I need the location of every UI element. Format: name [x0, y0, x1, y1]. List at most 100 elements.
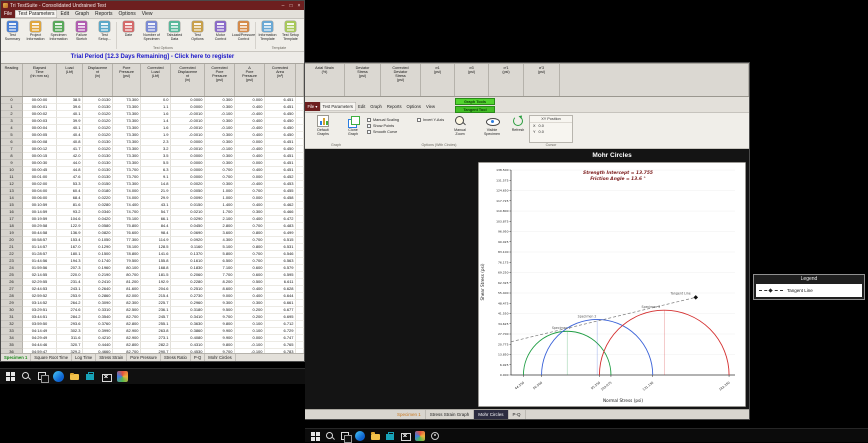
table-row[interactable]: 2201:28:57180.10.150078.800141.60.13705.…: [1, 251, 304, 258]
manual-zoom-button[interactable]: Manual Zoom: [445, 115, 475, 136]
menu-item-reports[interactable]: Reports: [384, 102, 404, 111]
table-row[interactable]: 700:00:1241.70.012073.3003.2-0.0010-0.10…: [1, 146, 304, 153]
tab-specimen-1[interactable]: Specimen 1: [393, 410, 426, 419]
ribbon-button-motor-control[interactable]: Motor Control: [209, 20, 232, 51]
store-icon[interactable]: [385, 431, 395, 441]
tab-mohr-circles[interactable]: Mohr Circles: [205, 354, 236, 361]
table-row[interactable]: 1500:10:5981.60.028074.40043.10.01501.40…: [1, 202, 304, 209]
edge-icon[interactable]: [355, 431, 365, 441]
table-row[interactable]: 300:00:0339.90.012073.3001.4-0.00100.300…: [1, 118, 304, 125]
table-row[interactable]: 1200:02:0053.30.015073.30014.80.00200.30…: [1, 181, 304, 188]
mail-icon[interactable]: [400, 431, 410, 441]
table-row[interactable]: 600:00:0840.80.013073.3002.30.00000.3000…: [1, 139, 304, 146]
maximize-button[interactable]: □: [288, 2, 294, 10]
table-row[interactable]: 2702:44:53243.10.264081.600204.60.25108.…: [1, 286, 304, 293]
menu-item-edit[interactable]: Edit: [57, 10, 72, 18]
start-icon[interactable]: [5, 371, 16, 382]
search-icon[interactable]: [21, 371, 32, 382]
tab-p-q[interactable]: P-Q: [191, 354, 205, 361]
checkbox-smooth-curve[interactable]: Smooth Curve: [367, 129, 399, 135]
table-row[interactable]: 1100:01:0047.60.013073.7009.10.00000.700…: [1, 174, 304, 181]
file-explorer-icon[interactable]: [370, 431, 380, 441]
table-row[interactable]: 3504:44:46320.70.444082.800282.20.43109.…: [1, 342, 304, 349]
ribbon-button-load-pressure-control[interactable]: Load/Pressure Control: [232, 20, 255, 51]
table-row[interactable]: 000:00:0038.50.013073.3000.00.00000.3000…: [1, 97, 304, 104]
menu-item-view[interactable]: View: [139, 10, 156, 18]
clone-graph-button[interactable]: Clone Graph: [338, 115, 368, 136]
menu-item-graph[interactable]: Graph: [368, 102, 385, 111]
search-icon[interactable]: [325, 431, 335, 441]
close-button[interactable]: ×: [296, 2, 302, 10]
tab-stress-strain-graph[interactable]: Stress Strain Graph: [426, 410, 475, 419]
menu-item-options[interactable]: Options: [404, 102, 423, 111]
table-row[interactable]: 500:00:0540.40.012073.3001.9-0.00100.300…: [1, 132, 304, 139]
table-row[interactable]: 2502:14:55220.00.219080.700181.50.20607.…: [1, 272, 304, 279]
tab-log-time[interactable]: Log Time: [72, 354, 96, 361]
graph-tools-button[interactable]: Graph Tools: [455, 98, 495, 105]
photos-icon[interactable]: [117, 371, 128, 382]
table-row[interactable]: 2802:59:52253.90.286082.000215.40.27309.…: [1, 293, 304, 300]
table-row[interactable]: 2101:14:57167.00.129078.100128.50.11605.…: [1, 244, 304, 251]
table-row[interactable]: 2903:14:52264.20.309082.300225.70.29609.…: [1, 300, 304, 307]
edge-icon[interactable]: [53, 371, 64, 382]
table-row[interactable]: 2000:58:57153.40.105077.300114.90.09204.…: [1, 237, 304, 244]
table-row[interactable]: 3404:29:49311.60.421082.900273.10.40809.…: [1, 335, 304, 342]
menu-item-edit[interactable]: Edit: [356, 102, 368, 111]
table-row[interactable]: 2602:29:55231.40.241081.200192.90.22808.…: [1, 279, 304, 286]
table-row[interactable]: 1600:14:5993.20.034074.70054.70.02101.70…: [1, 209, 304, 216]
table-row[interactable]: 3103:44:51284.20.354082.700245.70.34109.…: [1, 314, 304, 321]
table-row[interactable]: 900:00:3044.00.013073.3005.50.00000.3000…: [1, 160, 304, 167]
store-icon[interactable]: [85, 371, 96, 382]
menu-item-test-parameters[interactable]: Test Parameters: [320, 102, 356, 111]
table-row[interactable]: 400:00:0440.10.012073.3001.6-0.0010-0.10…: [1, 125, 304, 132]
tab-mohr-circles[interactable]: Mohr Circles: [474, 410, 508, 419]
ribbon-button-test-summary[interactable]: Test Summary: [1, 20, 24, 51]
legend-window[interactable]: Legend Tangent Line: [753, 274, 865, 300]
table-row[interactable]: 1300:04:0060.40.018074.00021.90.00501.00…: [1, 188, 304, 195]
start-icon[interactable]: [310, 431, 320, 441]
ribbon-button-test-setup[interactable]: Test Setup...: [93, 20, 116, 51]
table-row[interactable]: 2401:59:56207.30.196080.100168.80.18307.…: [1, 265, 304, 272]
task-view-icon[interactable]: [340, 431, 350, 441]
tab-square-root-time[interactable]: Square Root Time: [31, 354, 72, 361]
table-row[interactable]: 3304:14:49302.30.399082.900263.80.38609.…: [1, 328, 304, 335]
file-explorer-icon[interactable]: [69, 371, 80, 382]
photos-icon[interactable]: [415, 431, 425, 441]
table-row[interactable]: 3003:29:51274.60.331082.500236.10.31809.…: [1, 307, 304, 314]
table-row[interactable]: 3203:59:50293.60.376082.800255.10.36309.…: [1, 321, 304, 328]
menu-item-file[interactable]: File ▾: [305, 102, 320, 111]
title-bar[interactable]: Tri TestSuite - Consolidated Undrained T…: [1, 1, 304, 10]
table-row[interactable]: 1800:29:58122.90.058075.80084.40.04502.8…: [1, 223, 304, 230]
menu-item-reports[interactable]: Reports: [92, 10, 116, 18]
tab-pore-pressure[interactable]: Pore Pressure: [127, 354, 161, 361]
menu-item-view[interactable]: View: [423, 102, 437, 111]
default-graphs-button[interactable]: Default Graphs: [308, 115, 338, 136]
table-row[interactable]: 1000:00:4544.80.013073.7006.30.00000.700…: [1, 167, 304, 174]
table-row[interactable]: 200:00:0240.10.012073.3001.6-0.0010-0.10…: [1, 111, 304, 118]
tab-specimen-1[interactable]: Specimen 1: [1, 354, 31, 361]
menu-item-test-parameters[interactable]: Test Parameters: [15, 10, 57, 18]
tab-stress-ratio[interactable]: Stress Ratio: [161, 354, 191, 361]
table-row[interactable]: 100:00:0139.60.013073.3001.10.00000.3000…: [1, 104, 304, 111]
mail-icon[interactable]: [101, 371, 112, 382]
menu-item-graph[interactable]: Graph: [72, 10, 92, 18]
task-view-icon[interactable]: [37, 371, 48, 382]
table-body[interactable]: 000:00:0038.50.013073.3000.00.00000.3000…: [1, 97, 304, 353]
table-row[interactable]: 1900:44:58136.90.082076.60098.40.06903.6…: [1, 230, 304, 237]
tab-p-q[interactable]: P-Q: [509, 410, 526, 419]
tangent-tool-button[interactable]: Tangent Tool: [455, 106, 495, 113]
ribbon-button-project-information[interactable]: Project Information: [24, 20, 47, 51]
checkbox-invert-y-axis[interactable]: Invert Y-Axis: [417, 117, 444, 123]
ribbon-button-specimen-information[interactable]: Specimen Information: [47, 20, 70, 51]
minimize-button[interactable]: –: [280, 2, 286, 10]
menu-item-file[interactable]: File: [1, 10, 15, 18]
tab-stress-strain[interactable]: Stress Strain: [96, 354, 127, 361]
table-row[interactable]: 1400:06:0068.40.022074.00029.90.00901.00…: [1, 195, 304, 202]
trial-banner-link[interactable]: Trial Period [12.3 Days Remaining] - Cli…: [1, 52, 304, 63]
table-row[interactable]: 800:00:1542.00.013073.3003.50.00000.3000…: [1, 153, 304, 160]
table-row[interactable]: 1700:19:59104.60.042075.10066.10.02902.1…: [1, 216, 304, 223]
menu-item-options[interactable]: Options: [116, 10, 139, 18]
settings-icon[interactable]: [430, 431, 440, 441]
table-row[interactable]: 2301:44:56194.30.174079.500155.80.16106.…: [1, 258, 304, 265]
ribbon-button-failure-sketch[interactable]: Failure Sketch: [70, 20, 93, 51]
